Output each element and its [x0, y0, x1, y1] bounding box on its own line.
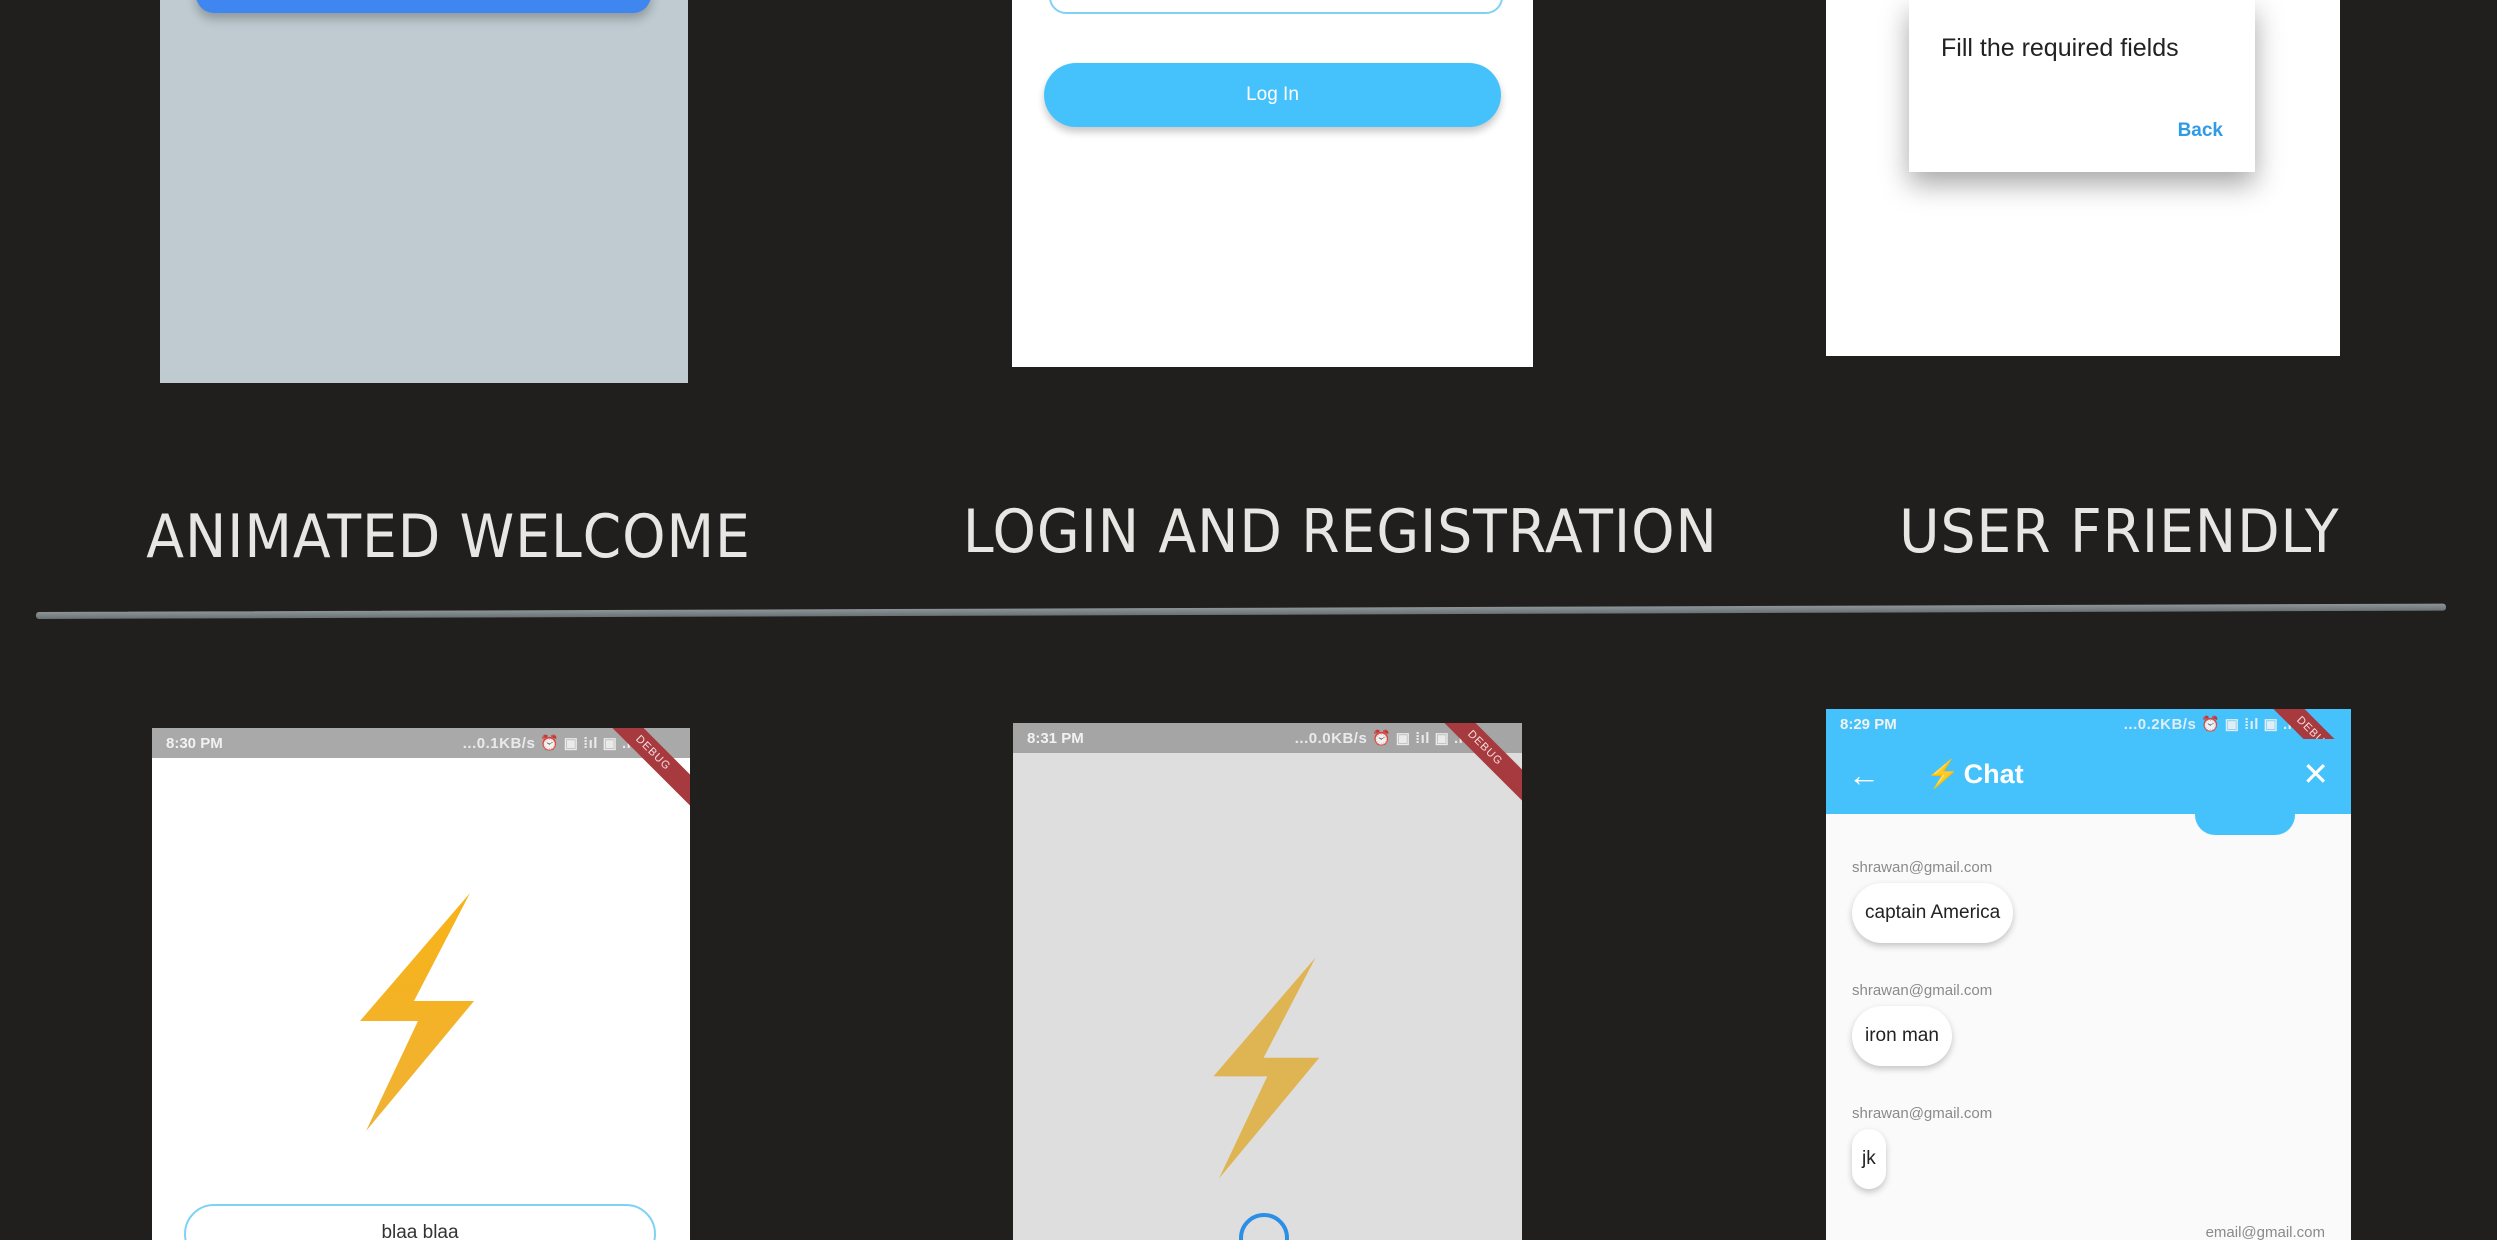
- name-input[interactable]: blaa blaa: [184, 1204, 656, 1240]
- status-icons: ...0.0KB/s ⏰ ▣ ⁞ıl ▣ .ıl: [1294, 730, 1468, 747]
- validation-screenshot: Fill the required fields Back: [1826, 0, 2340, 356]
- status-time: 8:30 PM: [166, 734, 223, 752]
- status-bar: 8:30 PM ...0.1KB/s ⏰ ▣ ⁞ıl ▣ .ıl: [152, 728, 690, 758]
- lightning-bolt-icon: [1213, 957, 1320, 1179]
- status-icons: ...0.1KB/s ⏰ ▣ ⁞ıl ▣ .ıl: [462, 735, 636, 752]
- loading-screenshot: 8:31 PM ...0.0KB/s ⏰ ▣ ⁞ıl ▣ .ıl DEBUG: [1013, 723, 1522, 1240]
- loading-spinner: [1239, 1213, 1289, 1240]
- dialog-message: Fill the required fields: [1941, 34, 2179, 62]
- chat-screenshot: 8:29 PM ...0.2KB/s ⏰ ▣ ⁞ıl ▣ .ıl DEBUG ←…: [1826, 709, 2351, 1240]
- message-sender: email@gmail.com: [2205, 1224, 2325, 1240]
- dialog-back-button[interactable]: Back: [2178, 120, 2223, 142]
- status-time: 8:31 PM: [1027, 729, 1084, 747]
- lightning-bolt-icon: ⚡: [1926, 759, 1960, 789]
- message-sender: shrawan@gmail.com: [1852, 982, 1993, 999]
- status-bar: 8:31 PM ...0.0KB/s ⏰ ▣ ⁞ıl ▣ .ıl: [1013, 723, 1522, 753]
- message-sender: shrawan@gmail.com: [1852, 859, 1993, 876]
- status-time: 8:29 PM: [1840, 715, 1897, 733]
- caption-login-registration: LOGIN AND REGISTRATION: [962, 497, 1718, 567]
- chat-title: ⚡ Chat: [1926, 758, 2024, 790]
- message-bubble: iron man: [1852, 1006, 1952, 1066]
- close-icon[interactable]: ✕: [2302, 755, 2329, 793]
- alert-dialog: Fill the required fields Back: [1909, 0, 2255, 172]
- app-bar: ← ⚡ Chat ✕: [1826, 739, 2351, 814]
- chat-title-text: Chat: [1963, 759, 2024, 789]
- welcome-screenshot-top: [160, 0, 688, 383]
- message-sender: shrawan@gmail.com: [1852, 1105, 1993, 1122]
- login-button[interactable]: Log In: [1044, 63, 1501, 127]
- welcome-screenshot: 8:30 PM ...0.1KB/s ⏰ ▣ ⁞ıl ▣ .ıl DEBUG b…: [152, 728, 690, 1240]
- lightning-bolt-icon: [360, 893, 474, 1131]
- message-bubble: captain America: [1852, 883, 2014, 943]
- message-bubble: jk: [1852, 1129, 1886, 1189]
- status-bar: 8:29 PM ...0.2KB/s ⏰ ▣ ⁞ıl ▣ .ıl: [1826, 709, 2351, 739]
- welcome-button-partial[interactable]: [196, 0, 651, 13]
- status-icons: ...0.2KB/s ⏰ ▣ ⁞ıl ▣ .ıl: [2123, 716, 2297, 733]
- section-divider: [35, 603, 2446, 619]
- caption-user-friendly: USER FRIENDLY: [1899, 497, 2340, 567]
- arrow-left-icon[interactable]: ←: [1848, 757, 1880, 794]
- login-screenshot: Log In: [1012, 0, 1533, 367]
- password-field-partial[interactable]: [1049, 0, 1503, 14]
- caption-animated-welcome: ANIMATED WELCOME: [146, 502, 751, 572]
